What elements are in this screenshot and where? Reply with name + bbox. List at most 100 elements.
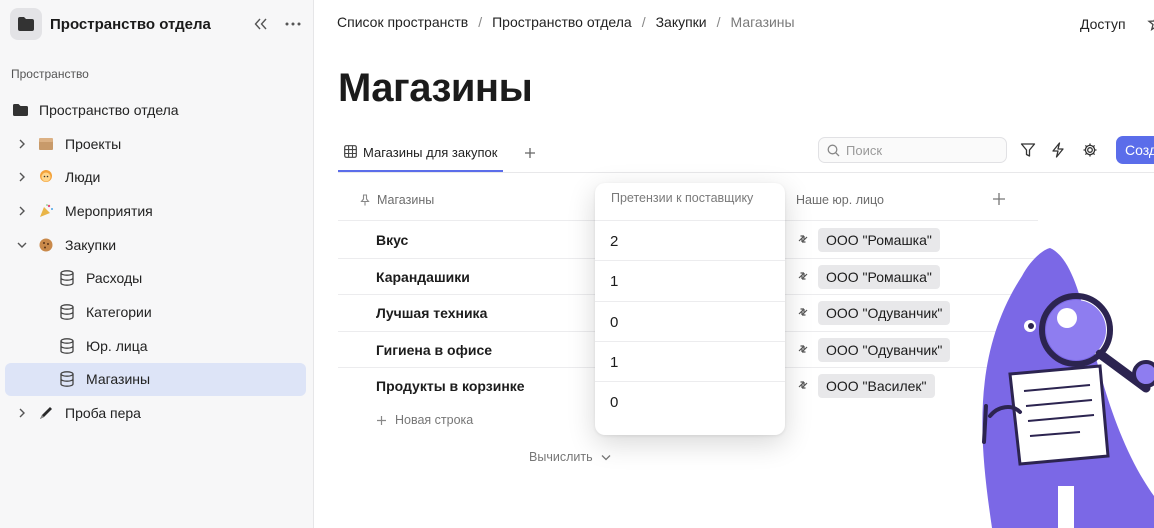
new-row-label: Новая строка [395,413,474,427]
pin-icon [360,194,370,206]
search-input[interactable] [846,142,996,158]
new-row-button[interactable]: Новая строка [376,413,473,427]
add-column-button[interactable] [992,189,1006,212]
relation-icon [798,271,808,280]
calculate-button[interactable]: Вычислить [529,450,611,464]
lightning-icon [1052,142,1064,158]
tab-label: Магазины для закупок [363,145,498,160]
tab-shops-for-purchases[interactable]: Магазины для закупок [338,135,504,172]
folder-icon [10,8,42,40]
table-icon [344,144,357,161]
relation-icon [798,344,808,353]
database-icon [58,303,76,321]
column-header-legal-entity[interactable]: Наше юр. лицо [796,193,884,207]
column-header-claims[interactable]: Претензии к поставщику [595,183,785,221]
create-button[interactable]: Созд [1116,136,1154,164]
breadcrumb-separator: / [641,14,646,30]
column-header-label: Магазины [377,193,435,207]
claims-cell[interactable]: 2 [595,221,785,262]
legal-entity-chip[interactable]: ООО "Одуванчик" [818,301,951,325]
plus-icon [993,193,1005,205]
double-chevron-left-icon [254,18,267,30]
breadcrumb-item[interactable]: Закупки [656,14,707,30]
chevron-right-icon[interactable] [15,406,29,420]
breadcrumb-separator: / [716,14,721,30]
legal-entity-chip[interactable]: ООО "Ромашка" [818,264,940,289]
shop-name-cell[interactable]: Продукты в корзинке [376,378,525,394]
sidebar-item-label: Пространство отдела [39,101,179,118]
column-header-label: Наше юр. лицо [796,193,884,207]
claims-cell[interactable]: 0 [595,382,785,422]
sidebar-item-legal-entities[interactable]: Юр. лица [5,329,306,363]
party-popper-emoji-icon [37,202,55,220]
legal-entity-chip[interactable]: ООО "Одуванчик" [818,337,951,362]
box-emoji-icon [37,135,55,153]
plus-icon [377,415,386,425]
chevron-right-icon[interactable] [15,204,29,218]
database-icon [58,370,76,388]
more-options-button[interactable] [280,11,306,37]
legal-entity-chip[interactable]: ООО "Ромашка" [818,228,940,252]
breadcrumb-item[interactable]: Список пространств [337,14,468,30]
chevron-right-icon[interactable] [15,170,29,184]
sidebar-item-events[interactable]: Мероприятия [5,194,306,228]
legal-entity-chip[interactable]: ООО "Василек" [818,374,935,398]
pen-emoji-icon [37,404,55,422]
sidebar-item-shops[interactable]: Магазины [5,362,306,397]
cookie-emoji-icon [37,236,55,254]
column-header-shops[interactable]: Магазины [360,193,434,207]
filter-icon [1020,143,1036,157]
breadcrumb-item[interactable]: Пространство отдела [492,14,632,30]
star-icon[interactable] [1147,14,1154,32]
workspace-title[interactable]: Пространство отдела [50,16,242,33]
sidebar-item-label: Проба пера [65,405,141,422]
gear-icon [1083,143,1097,157]
plus-icon [525,148,535,158]
chevron-down-icon [601,454,611,460]
sidebar-item-label: Люди [65,169,101,186]
sidebar: Пространство отдела Пространство Простра… [0,0,314,528]
breadcrumb-item-current: Магазины [730,14,795,30]
sidebar-item-purchases[interactable]: Закупки [5,228,306,262]
chevron-right-icon[interactable] [15,137,29,151]
view-tab-bar: Магазины для закупок Созд [338,135,1154,173]
page-title: Магазины [338,66,533,110]
claims-column-popup: Претензии к поставщику 2 1 0 1 0 [595,183,785,435]
claims-cell[interactable]: 1 [595,342,785,383]
automation-button[interactable] [1048,140,1068,160]
add-view-button[interactable] [524,143,536,164]
person-emoji-icon [37,168,55,186]
folder-icon [11,101,29,119]
ellipsis-icon [285,22,301,26]
claims-cell[interactable]: 0 [595,302,785,342]
sidebar-item-label: Магазины [86,371,151,388]
sidebar-item-label: Мероприятия [65,202,153,219]
access-button[interactable]: Доступ [1080,16,1126,32]
search-box[interactable] [818,137,1007,163]
relation-icon [798,235,808,243]
shop-name-cell[interactable]: Гигиена в офисе [376,342,492,358]
workspace-header: Пространство отдела [10,7,306,41]
shop-name-cell[interactable]: Вкус [376,232,408,248]
chevron-down-icon[interactable] [15,238,29,252]
breadcrumb: Список пространств / Пространство отдела… [337,14,795,30]
shop-name-cell[interactable]: Карандашики [376,269,470,285]
claims-cell[interactable]: 1 [595,261,785,302]
shop-name-cell[interactable]: Лучшая техника [376,305,487,321]
sidebar-item-label: Расходы [86,270,143,287]
calculate-label: Вычислить [529,450,593,464]
sidebar-item-department-space[interactable]: Пространство отдела [5,93,306,127]
breadcrumb-separator: / [478,14,483,30]
sidebar-item-people[interactable]: Люди [5,160,306,194]
collapse-sidebar-button[interactable] [248,11,274,37]
sidebar-item-pen-test[interactable]: Проба пера [5,396,306,430]
sidebar-item-label: Категории [86,303,152,320]
relation-icon [798,381,808,389]
filter-button[interactable] [1018,140,1038,160]
sidebar-item-projects[interactable]: Проекты [5,127,306,161]
settings-button[interactable] [1080,140,1100,160]
mascot-magnifier-illustration [982,248,1154,528]
sidebar-item-expenses[interactable]: Расходы [5,261,306,295]
sidebar-item-categories[interactable]: Категории [5,295,306,329]
relation-icon [798,308,808,316]
